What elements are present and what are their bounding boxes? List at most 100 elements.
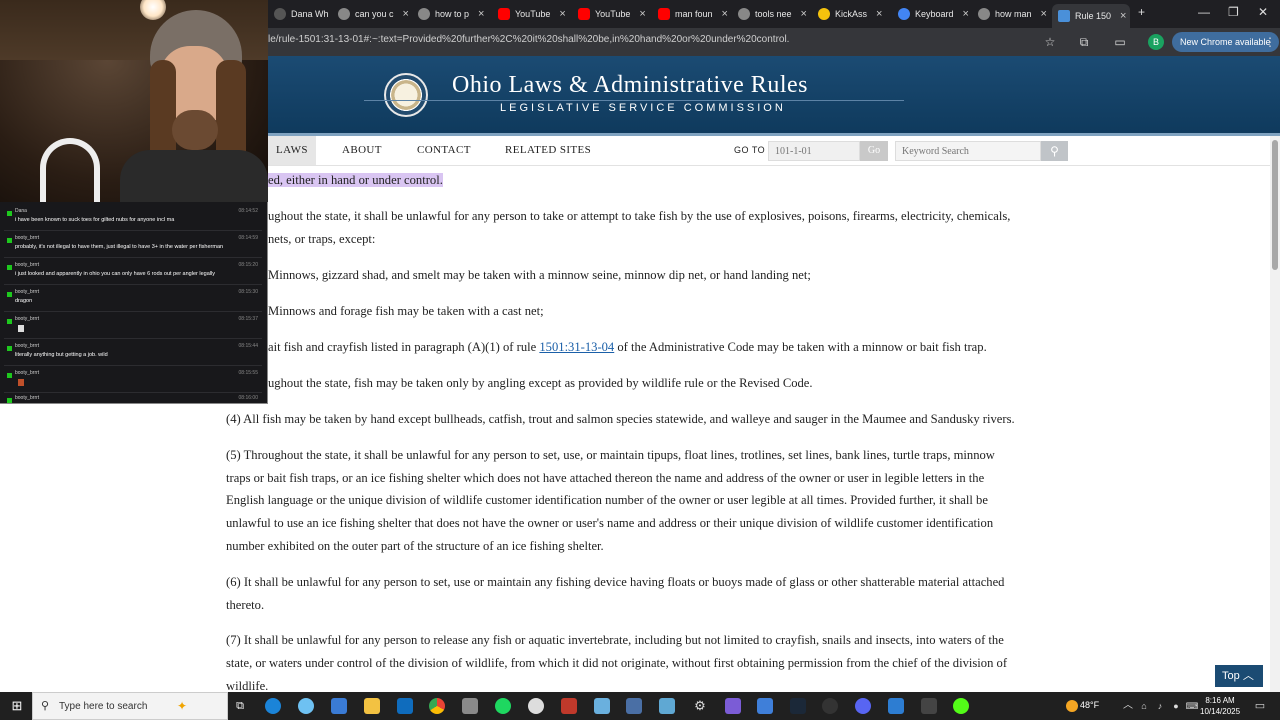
youtube-icon: [498, 8, 510, 20]
bookmark-star-icon[interactable]: ☆: [1042, 34, 1058, 50]
outlook-icon[interactable]: [397, 698, 413, 714]
chat-emote-icon: [18, 325, 24, 332]
user-badge-icon: [7, 238, 12, 243]
back-to-top-button[interactable]: Top ︿: [1215, 665, 1263, 687]
cam-chair: [40, 138, 100, 202]
copilot-icon[interactable]: [298, 698, 314, 714]
microphone-icon[interactable]: ●: [1168, 698, 1184, 714]
google-icon: [738, 8, 750, 20]
chrome-icon[interactable]: [429, 698, 445, 714]
browser-tab[interactable]: tools nee ×: [732, 4, 810, 24]
app-icon[interactable]: [757, 698, 773, 714]
site-title[interactable]: Ohio Laws & Administrative Rules: [452, 72, 808, 99]
minimize-icon[interactable]: —: [1198, 5, 1210, 19]
webcam-overlay: [0, 0, 268, 202]
browser-tab[interactable]: can you c ×: [332, 4, 410, 24]
ohio-seal-logo[interactable]: [384, 73, 428, 117]
go-button[interactable]: Go: [860, 141, 888, 161]
discord-icon[interactable]: [855, 698, 871, 714]
app-icon[interactable]: [888, 698, 904, 714]
edge-icon[interactable]: [265, 698, 281, 714]
browser-tab[interactable]: YouTube ×: [572, 4, 650, 24]
tab-close-icon[interactable]: ×: [1120, 10, 1126, 22]
browser-tab-active[interactable]: Rule 150 ×: [1052, 4, 1130, 28]
paragraph-6-line2: thereto.: [226, 598, 265, 612]
main-nav: LAWS ABOUT CONTACT RELATED SITES GO TO G…: [268, 136, 1280, 166]
tab-close-icon[interactable]: ×: [1041, 8, 1047, 20]
restore-icon[interactable]: ❐: [1228, 5, 1239, 19]
app-icon[interactable]: [561, 698, 577, 714]
tab-close-icon[interactable]: ×: [876, 8, 882, 20]
scrollbar-thumb[interactable]: [1272, 140, 1278, 270]
goto-input[interactable]: [768, 141, 860, 161]
browser-tab[interactable]: man foun ×: [652, 4, 730, 24]
nav-contact[interactable]: CONTACT: [417, 136, 471, 165]
chat-message: booty_brrrt 08:15:55: [4, 367, 262, 393]
new-tab-icon[interactable]: +: [1138, 5, 1145, 19]
app-icon[interactable]: [528, 698, 544, 714]
profile-avatar[interactable]: B: [1148, 34, 1164, 50]
tab-close-icon[interactable]: ×: [478, 8, 484, 20]
store-icon[interactable]: [331, 698, 347, 714]
app-icon[interactable]: [462, 698, 478, 714]
kick-icon[interactable]: [953, 698, 969, 714]
task-view-icon[interactable]: ⧉: [232, 698, 248, 714]
taskbar-clock[interactable]: 8:16 AM 10/14/2025: [1200, 695, 1240, 717]
nav-related-sites[interactable]: RELATED SITES: [505, 136, 591, 165]
volume-icon[interactable]: ♪: [1152, 698, 1168, 714]
chat-message: booty_brrrt 08:15:44 literally anything bu…: [4, 340, 262, 366]
browser-tab[interactable]: KickAss ×: [812, 4, 890, 24]
search-icon[interactable]: ⚲: [1041, 141, 1068, 161]
tab-close-icon[interactable]: ×: [963, 8, 969, 20]
app-icon[interactable]: [659, 698, 675, 714]
file-explorer-icon[interactable]: [364, 698, 380, 714]
chat-message: Dana 08:14:52 i have been known to suck to…: [4, 205, 262, 231]
paragraph-b-line2: nets, or traps, except:: [268, 232, 376, 246]
menu-icon[interactable]: ⋮: [1262, 34, 1278, 50]
search-icon: ⚲: [41, 700, 50, 712]
extensions-icon[interactable]: ⧉: [1076, 34, 1092, 50]
paragraph-5-line4: unlawful to use an ice fishing shelter t…: [226, 516, 994, 530]
tab-close-icon[interactable]: ×: [639, 8, 645, 20]
weather-temperature[interactable]: 48°F: [1080, 700, 1099, 710]
rule-link[interactable]: 1501:31-13-04: [539, 340, 614, 354]
page-scrollbar[interactable]: [1270, 136, 1280, 692]
app-icon[interactable]: [594, 698, 610, 714]
settings-gear-icon[interactable]: ⚙: [692, 698, 708, 714]
search-highlight-icon: ✦: [177, 699, 188, 713]
taskbar-search-box[interactable]: ⚲ Type here to search ✦: [32, 692, 228, 720]
keyboard-icon[interactable]: ⌨: [1184, 698, 1200, 714]
user-badge-icon: [7, 211, 12, 216]
google-icon: [418, 8, 430, 20]
nav-about[interactable]: ABOUT: [342, 136, 382, 165]
browser-tab[interactable]: Dana Wh×: [268, 4, 330, 24]
obs-icon[interactable]: [822, 698, 838, 714]
keyword-search-input[interactable]: [895, 141, 1041, 161]
url-field[interactable]: le/rule-1501:31-13-01#:~:text=Provided%2…: [268, 34, 789, 45]
tab-close-icon[interactable]: ×: [403, 8, 409, 20]
network-icon[interactable]: ⌂: [1136, 698, 1152, 714]
paragraph-7-line2: state, or waters under control of the di…: [226, 656, 1008, 670]
notifications-icon[interactable]: ▭: [1252, 698, 1268, 714]
steam-icon[interactable]: [790, 698, 806, 714]
calculator-icon[interactable]: [626, 698, 642, 714]
tab-close-icon[interactable]: ×: [722, 8, 728, 20]
kickass-icon: [818, 8, 830, 20]
browser-tab[interactable]: YouTube ×: [492, 4, 570, 24]
app-icon[interactable]: [725, 698, 741, 714]
tab-close-icon[interactable]: ×: [559, 8, 565, 20]
browser-tab[interactable]: Keyboard ×: [892, 4, 970, 24]
app-icon[interactable]: [921, 698, 937, 714]
windows-start-icon[interactable]: ⊞: [9, 698, 25, 714]
cast-icon[interactable]: ▭: [1112, 34, 1128, 50]
nav-laws[interactable]: LAWS: [268, 136, 316, 165]
spotify-icon[interactable]: [495, 698, 511, 714]
paragraph-5-line2: traps or bait fish traps, or an ice fish…: [226, 471, 985, 485]
close-icon[interactable]: ✕: [1258, 5, 1268, 19]
header-divider: [364, 100, 904, 101]
browser-tab[interactable]: how to p ×: [412, 4, 490, 24]
paragraph-5-line1: (5) Throughout the state, it shall be un…: [226, 448, 995, 462]
tray-chevron-icon[interactable]: ︿: [1120, 698, 1136, 714]
tab-close-icon[interactable]: ×: [801, 8, 807, 20]
browser-tab[interactable]: how man ×: [972, 4, 1050, 24]
